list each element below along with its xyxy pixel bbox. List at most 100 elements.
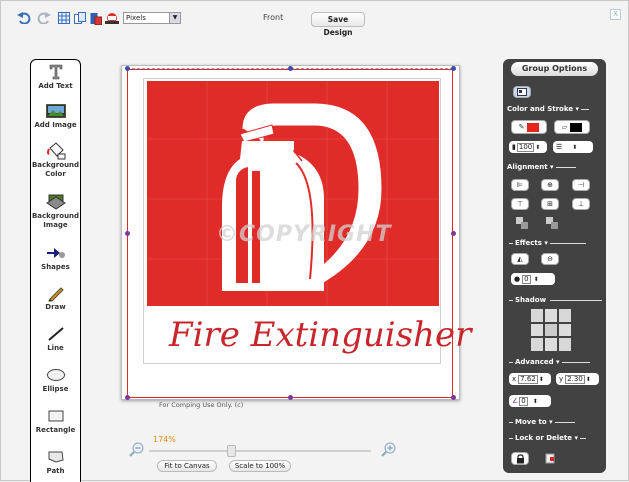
- shadow-tile[interactable]: [545, 338, 557, 351]
- stepper-arrows-icon[interactable]: ⬍: [534, 276, 539, 283]
- resize-handle[interactable]: [125, 231, 130, 236]
- shadow-tile[interactable]: [531, 323, 543, 337]
- background-color-tool[interactable]: Background Color: [31, 142, 80, 179]
- effect-value[interactable]: 0: [522, 274, 531, 284]
- align-bottom-button[interactable]: ⊥: [572, 198, 590, 210]
- trash-icon: [545, 453, 555, 464]
- stroke-color-button[interactable]: ▱: [554, 120, 590, 134]
- design-canvas[interactable]: ©COPYRIGHT Fire Extinguisher For Comping…: [121, 65, 471, 409]
- delete-button[interactable]: [545, 452, 555, 466]
- stroke-width-select[interactable]: ☰ ⬍: [553, 141, 593, 153]
- undo-icon[interactable]: [17, 11, 31, 25]
- x-label: x: [512, 375, 517, 383]
- shadow-tile[interactable]: [559, 309, 571, 322]
- y-position-field[interactable]: y 2.30 ⬍: [556, 373, 599, 385]
- lock-delete-section[interactable]: Lock or Delete ▾: [507, 434, 602, 442]
- alignment-section[interactable]: Alignment ▾: [507, 163, 602, 171]
- draw-tool[interactable]: Draw: [31, 284, 80, 312]
- ellipse-label: Ellipse: [42, 385, 69, 393]
- x-position-value[interactable]: 7.62: [518, 374, 538, 384]
- chevron-down-icon: ▾: [575, 105, 580, 113]
- stepper-arrows-icon[interactable]: ⬍: [533, 398, 538, 405]
- shadow-section[interactable]: Shadow: [507, 296, 603, 304]
- opacity-value[interactable]: 100: [516, 142, 535, 152]
- background-color-label: Background Color: [31, 161, 80, 178]
- zoom-slider-track[interactable]: [149, 450, 371, 452]
- zoom-out-icon[interactable]: [129, 441, 145, 459]
- move-to-section[interactable]: Move to ▾: [507, 418, 602, 426]
- align-top-button[interactable]: ⊤: [511, 198, 529, 210]
- copy-icon[interactable]: [73, 11, 87, 25]
- fill-color-button[interactable]: ✎: [511, 120, 547, 134]
- shadow-tile[interactable]: [559, 338, 571, 351]
- align-center-icon: ⊕: [547, 181, 553, 189]
- path-tool[interactable]: Path: [31, 448, 80, 476]
- lock-button[interactable]: [511, 452, 529, 465]
- stepper-arrows-icon[interactable]: ⬍: [539, 376, 544, 383]
- align-middle-icon: ⊞: [547, 200, 553, 208]
- save-design-button[interactable]: Save Design: [311, 12, 365, 37]
- ellipse-tool[interactable]: Ellipse: [31, 366, 80, 394]
- align-center-button[interactable]: ⊕: [541, 179, 559, 191]
- shadow-tile[interactable]: [531, 338, 543, 351]
- background-image-tool[interactable]: Background Image: [31, 193, 80, 230]
- x-position-field[interactable]: x 7.62 ⬍: [509, 373, 551, 385]
- y-position-value[interactable]: 2.30: [565, 374, 585, 384]
- design-artwork[interactable]: ©COPYRIGHT Fire Extinguisher For Comping…: [143, 78, 471, 409]
- ungroup-button[interactable]: [513, 86, 531, 98]
- shadow-tile[interactable]: [531, 309, 543, 322]
- shadow-tile[interactable]: [559, 323, 571, 337]
- chevron-down-icon[interactable]: ▼: [169, 13, 180, 23]
- move-to-label: Move to: [515, 418, 547, 426]
- pen-icon: ▱: [561, 123, 568, 131]
- background-image-label: Background Image: [31, 212, 80, 229]
- resize-handle[interactable]: [125, 395, 130, 400]
- align-middle-button[interactable]: ⊞: [541, 198, 559, 210]
- bring-forward-icon[interactable]: [105, 11, 119, 25]
- shapes-tool[interactable]: Shapes: [31, 244, 80, 272]
- scale-to-100-button[interactable]: Scale to 100%: [229, 460, 291, 472]
- shadow-tile[interactable]: [545, 309, 557, 322]
- add-image-tool[interactable]: Add Image: [31, 102, 80, 130]
- flip-vertical-button[interactable]: ⊖: [541, 253, 559, 265]
- align-left-button[interactable]: ⊫: [511, 179, 529, 191]
- rectangle-icon: [31, 407, 80, 425]
- distribute-vertical-icon[interactable]: [545, 216, 559, 232]
- line-tool[interactable]: Line: [31, 325, 80, 353]
- rotation-stepper[interactable]: ∠ 0 ⬍: [509, 395, 551, 407]
- resize-handle[interactable]: [125, 66, 130, 71]
- add-text-tool[interactable]: Add Text: [31, 63, 80, 91]
- grid-icon[interactable]: [57, 11, 71, 25]
- zoom-slider-thumb[interactable]: [227, 445, 236, 457]
- section-divider: [561, 361, 590, 363]
- resize-handle[interactable]: [288, 66, 293, 71]
- opacity-stepper[interactable]: ▮ 100 ⬍: [509, 141, 547, 153]
- unit-select[interactable]: Pixels ▼: [123, 12, 181, 24]
- shadow-tile[interactable]: [545, 323, 557, 337]
- rotation-value[interactable]: 0: [519, 396, 528, 406]
- resize-handle[interactable]: [451, 231, 456, 236]
- align-right-button[interactable]: ⊣: [572, 179, 590, 191]
- color-stroke-label: Color and Stroke: [507, 105, 574, 113]
- paste-icon[interactable]: [89, 11, 103, 25]
- distribute-horizontal-icon[interactable]: [515, 216, 529, 232]
- flip-horizontal-button[interactable]: ◭: [511, 253, 529, 265]
- effect-stepper[interactable]: ● 0 ⬍: [511, 273, 555, 285]
- advanced-section[interactable]: Advanced ▾: [507, 358, 602, 366]
- effects-section[interactable]: Effects ▾: [507, 239, 602, 247]
- stepper-arrows-icon[interactable]: ⬍: [586, 376, 591, 383]
- chevron-down-icon[interactable]: ⬍: [572, 144, 577, 151]
- effects-label: Effects: [515, 239, 542, 247]
- stepper-arrows-icon[interactable]: ⬍: [535, 144, 540, 151]
- rectangle-tool[interactable]: Rectangle: [31, 407, 80, 435]
- redo-icon[interactable]: [37, 11, 51, 25]
- fit-to-canvas-button[interactable]: Fit to Canvas: [157, 460, 217, 472]
- section-divider: [581, 108, 590, 110]
- resize-handle[interactable]: [288, 395, 293, 400]
- color-stroke-section[interactable]: Color and Stroke ▾: [507, 105, 602, 113]
- zoom-in-icon[interactable]: [381, 441, 397, 459]
- resize-handle[interactable]: [451, 66, 456, 71]
- shadow-direction-grid[interactable]: [531, 309, 573, 351]
- resize-handle[interactable]: [451, 395, 456, 400]
- close-icon[interactable]: X: [610, 9, 621, 20]
